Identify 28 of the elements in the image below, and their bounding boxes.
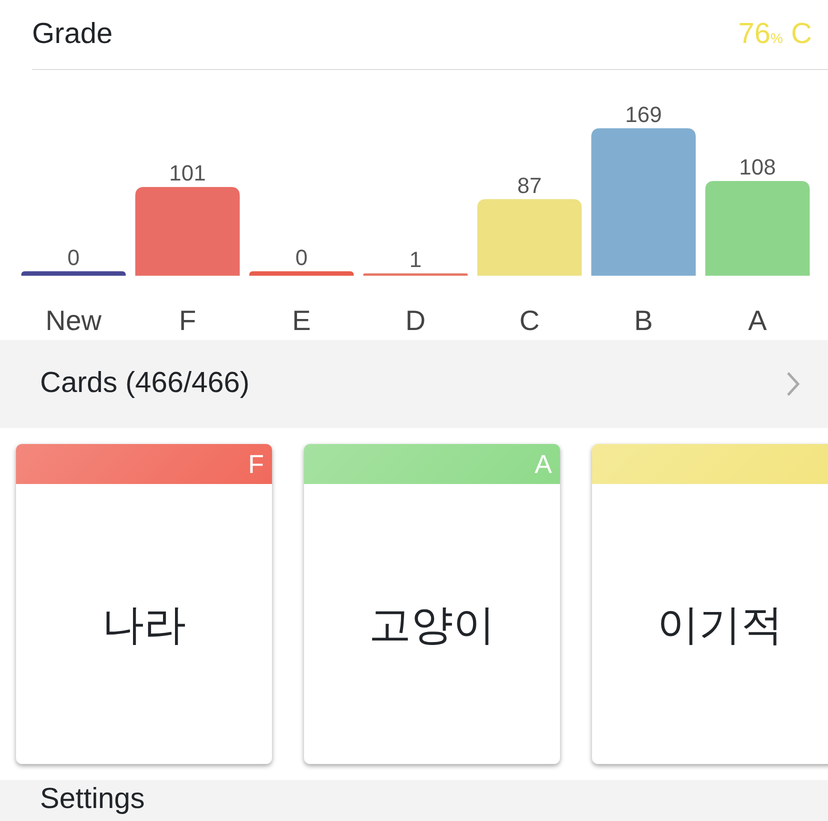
category-label: B	[634, 305, 653, 336]
bar-value: 87	[517, 172, 542, 198]
category-label: New	[46, 305, 102, 336]
card-grade: F	[248, 449, 264, 479]
flash-card[interactable]: A 고양이	[304, 444, 560, 764]
bar-value: 0	[295, 245, 308, 270]
category-label: A	[748, 305, 767, 336]
bar-value: 169	[625, 102, 662, 127]
bar-value: 0	[67, 245, 80, 270]
bar-value: 101	[169, 160, 206, 186]
chevron-right-icon	[786, 371, 800, 397]
settings-row[interactable]: Settings	[0, 780, 828, 821]
card-word: 나라	[102, 600, 186, 650]
bar-value: 1	[409, 247, 422, 272]
category-label: D	[405, 305, 426, 336]
cards-row-link[interactable]: Cards (466/466)	[0, 340, 828, 428]
settings-title: Settings	[40, 783, 145, 815]
flash-card[interactable]: F 나라	[16, 444, 272, 764]
category-label: E	[292, 305, 311, 336]
card-word: 고양이	[369, 600, 495, 650]
grade-value: 76% C	[738, 16, 812, 52]
card-grade: A	[534, 449, 552, 479]
flash-card[interactable]: 이기적	[592, 444, 828, 764]
category-label: C	[519, 305, 540, 336]
grade-label: Grade	[32, 16, 113, 52]
category-label: F	[178, 305, 196, 336]
card-word: 이기적	[657, 600, 783, 650]
bar-value: 108	[739, 154, 776, 180]
